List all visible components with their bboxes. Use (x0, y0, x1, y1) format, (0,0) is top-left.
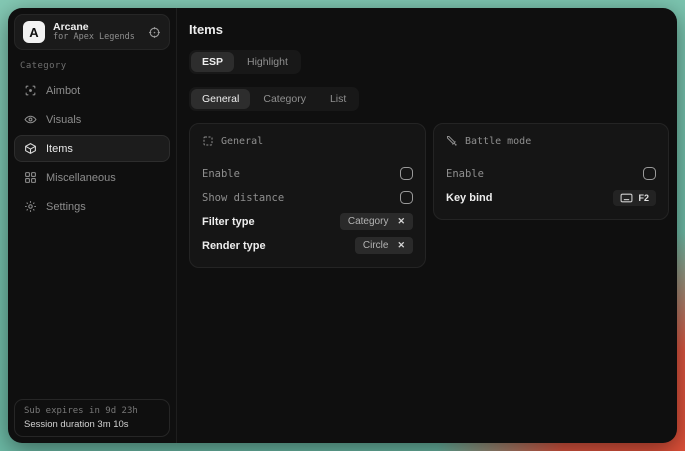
close-icon[interactable]: ✕ (397, 216, 405, 227)
sword-icon (446, 135, 458, 147)
keyboard-icon (620, 193, 633, 203)
app-header-card: A Arcane for Apex Legends (14, 14, 170, 50)
setting-label: Filter type (202, 216, 255, 228)
panel-battle-mode: Battle mode Enable Key bind F2 (433, 123, 669, 220)
app-subtitle: for Apex Legends (53, 33, 140, 43)
page-title: Items (189, 22, 669, 37)
panel-header-label: Battle mode (465, 136, 531, 147)
enable-checkbox[interactable] (400, 167, 413, 180)
crosshair-icon[interactable] (148, 26, 161, 39)
gear-icon (24, 200, 37, 213)
package-icon (24, 142, 37, 155)
sidebar-item-visuals[interactable]: Visuals (14, 106, 170, 133)
setting-row-filter-type: Filter type Category ✕ (202, 213, 413, 230)
sidebar-item-label: Aimbot (46, 85, 80, 97)
setting-row-enable: Enable (202, 165, 413, 182)
sidebar-item-label: Settings (46, 201, 86, 213)
sidebar-spacer (14, 220, 170, 399)
panel-general: General Enable Show distance Filter type… (189, 123, 426, 268)
mode-tab-group: ESP Highlight (189, 50, 301, 74)
filter-type-value: Category (348, 216, 389, 227)
setting-label: Show distance (202, 192, 284, 204)
sidebar-item-label: Items (46, 143, 73, 155)
setting-row-key-bind: Key bind F2 (446, 189, 656, 206)
render-type-select[interactable]: Circle ✕ (355, 237, 413, 254)
eye-icon (24, 113, 37, 126)
sidebar-item-aimbot[interactable]: Aimbot (14, 77, 170, 104)
panel-header-label: General (221, 136, 263, 147)
sidebar-item-items[interactable]: Items (14, 135, 170, 162)
tab-category[interactable]: Category (252, 89, 317, 109)
grid-icon (24, 171, 37, 184)
close-icon[interactable]: ✕ (397, 240, 405, 251)
sidebar-item-settings[interactable]: Settings (14, 193, 170, 220)
panel-battle-header: Battle mode (446, 135, 656, 147)
show-distance-checkbox[interactable] (400, 191, 413, 204)
sidebar-item-label: Miscellaneous (46, 172, 116, 184)
sidebar-item-miscellaneous[interactable]: Miscellaneous (14, 164, 170, 191)
setting-row-render-type: Render type Circle ✕ (202, 237, 413, 254)
tab-list[interactable]: List (319, 89, 357, 109)
setting-label: Key bind (446, 192, 492, 204)
app-window: A Arcane for Apex Legends Category Aimbo… (8, 8, 677, 443)
subscription-card: Sub expires in 9d 23h Session duration 3… (14, 399, 170, 437)
tab-general[interactable]: General (191, 89, 250, 109)
sidebar: A Arcane for Apex Legends Category Aimbo… (8, 8, 177, 443)
main-content: Items ESP Highlight General Category Lis… (177, 8, 677, 443)
setting-label: Render type (202, 240, 266, 252)
session-duration-text: Session duration 3m 10s (24, 419, 160, 430)
category-section-label: Category (20, 61, 166, 71)
sidebar-item-label: Visuals (46, 114, 81, 126)
setting-row-show-distance: Show distance (202, 189, 413, 206)
dashed-box-icon (202, 135, 214, 147)
tab-esp[interactable]: ESP (191, 52, 234, 72)
setting-row-battle-enable: Enable (446, 165, 656, 182)
app-names: Arcane for Apex Legends (53, 21, 140, 43)
panel-general-header: General (202, 135, 413, 147)
key-bind-value: F2 (638, 193, 649, 203)
crosshair-scan-icon (24, 84, 37, 97)
render-type-value: Circle (363, 240, 389, 251)
app-logo: A (23, 21, 45, 43)
setting-label: Enable (202, 168, 240, 180)
tab-highlight[interactable]: Highlight (236, 52, 299, 72)
battle-enable-checkbox[interactable] (643, 167, 656, 180)
panels-row: General Enable Show distance Filter type… (189, 123, 669, 268)
view-tab-group: General Category List (189, 87, 359, 111)
setting-label: Enable (446, 168, 484, 180)
sub-expires-text: Sub expires in 9d 23h (24, 406, 160, 416)
key-bind-button[interactable]: F2 (613, 190, 656, 206)
sidebar-nav: Aimbot Visuals Items (14, 77, 170, 220)
filter-type-select[interactable]: Category ✕ (340, 213, 413, 230)
